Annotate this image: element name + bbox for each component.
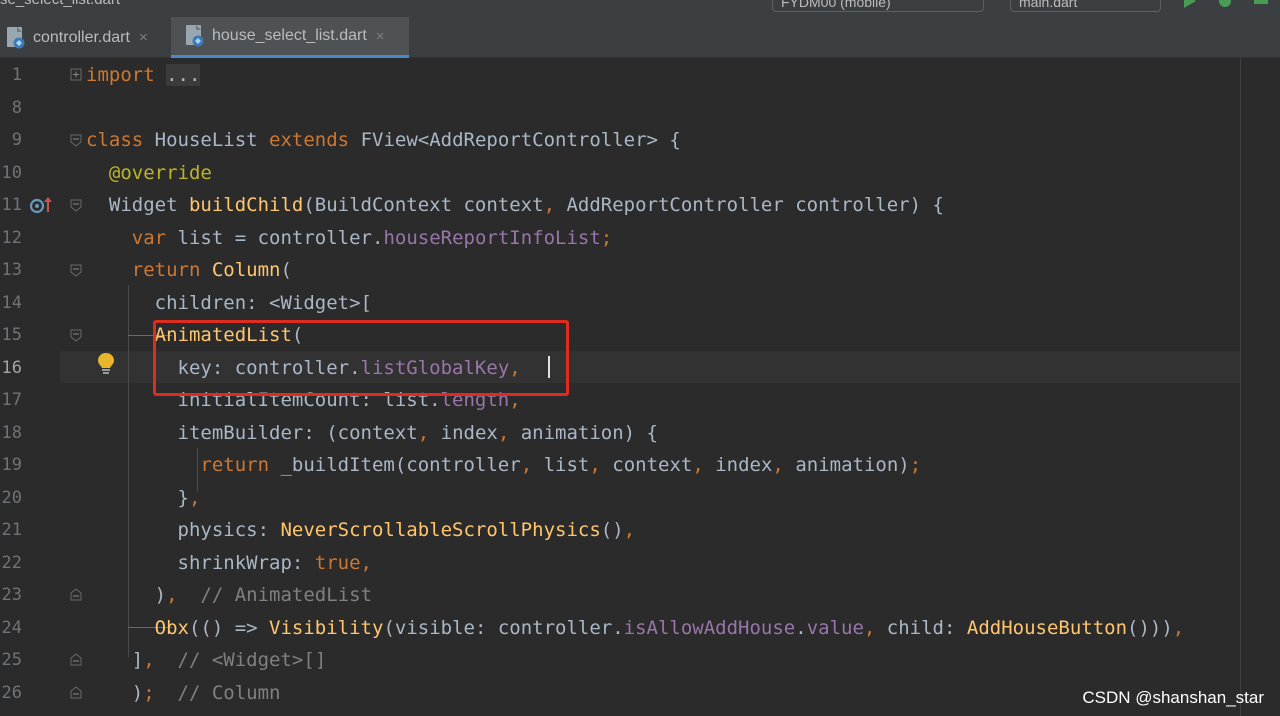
line-number-gutter[interactable]: 1 8 9 10 11 12 13 14 15 16 17 18 19 20 2…	[0, 58, 24, 716]
line-number: 10	[1, 163, 22, 183]
fold-marker-icon[interactable]	[70, 134, 82, 147]
tab-label: controller.dart	[33, 28, 130, 46]
code-line: class HouseList extends FView<AddReportC…	[86, 129, 681, 151]
breadcrumb-file[interactable]: se_select_list.dart	[0, 0, 120, 8]
code-line: import ...	[86, 64, 201, 86]
line-number: 26	[1, 683, 22, 703]
line-number: 21	[1, 520, 22, 540]
line-number: 17	[1, 390, 22, 410]
line-number: 8	[11, 98, 22, 118]
annotation-highlight-box	[153, 320, 569, 396]
dart-file-icon	[186, 25, 204, 47]
debug-icon[interactable]	[1216, 0, 1234, 8]
override-marker-icon[interactable]	[29, 196, 53, 214]
watermark: CSDN @shanshan_star	[1082, 688, 1264, 707]
code-line: @override	[108, 162, 212, 184]
line-number: 12	[1, 228, 22, 248]
code-line: return _buildItem(controller, list, cont…	[200, 454, 922, 476]
fold-marker-icon[interactable]	[70, 329, 82, 342]
code-line: physics: NeverScrollableScrollPhysics(),	[86, 519, 636, 541]
line-number: 9	[11, 130, 22, 150]
right-margin-guide	[1240, 58, 1241, 716]
code-line: },	[86, 487, 201, 509]
code-editor[interactable]: 1 8 9 10 11 12 13 14 15 16 17 18 19 20 2…	[0, 58, 1280, 716]
fold-marker-icon[interactable]	[70, 199, 82, 212]
line-number: 22	[1, 553, 22, 573]
code-line: var list = controller.houseReportInfoLis…	[131, 227, 613, 249]
code-line: itemBuilder: (context, index, animation)…	[86, 422, 659, 444]
line-number: 19	[1, 455, 22, 475]
line-number: 13	[1, 260, 22, 280]
fold-marker-icon[interactable]	[70, 686, 82, 699]
line-number: 23	[1, 585, 22, 605]
code-line: Widget buildChild(BuildContext context, …	[86, 194, 944, 216]
dart-file-icon	[7, 26, 25, 48]
editor-tab-bar: controller.dart × house_select_list.dart…	[0, 17, 1280, 58]
code-line: Obx(() => Visibility(visible: controller…	[154, 617, 1185, 639]
line-number-current: 16	[1, 358, 22, 378]
line-number: 15	[1, 325, 22, 345]
top-toolbar: se_select_list.dart FYDM00 (mobile) main…	[0, 0, 1280, 17]
close-icon[interactable]: ×	[376, 28, 385, 45]
code-line: return Column(	[131, 259, 292, 281]
line-number: 14	[1, 293, 22, 313]
line-number: 18	[1, 423, 22, 443]
tab-house-select-list-dart[interactable]: house_select_list.dart ×	[171, 17, 409, 58]
fold-marker-icon[interactable]	[70, 68, 82, 81]
folded-imports[interactable]: ...	[166, 64, 201, 86]
line-number: 1	[11, 65, 22, 85]
device-selector-label: FYDM00 (mobile)	[781, 0, 891, 10]
tab-controller-dart[interactable]: controller.dart ×	[0, 17, 170, 58]
fold-marker-icon[interactable]	[70, 653, 82, 666]
code-line: children: <Widget>[	[86, 292, 372, 314]
device-selector[interactable]: FYDM00 (mobile)	[772, 0, 984, 12]
close-icon[interactable]: ×	[139, 29, 148, 46]
run-config-selector[interactable]: main.dart	[1010, 0, 1161, 12]
tab-label: house_select_list.dart	[212, 27, 367, 44]
fold-marker-icon[interactable]	[70, 588, 82, 601]
code-line: shrinkWrap: true,	[86, 552, 373, 574]
run-config-label: main.dart	[1019, 0, 1078, 10]
code-line: ), // AnimatedList	[86, 584, 373, 606]
line-number: 11	[1, 195, 22, 215]
more-actions-icon[interactable]	[1252, 0, 1270, 8]
line-number: 24	[1, 618, 22, 638]
code-line: ); // Column	[86, 682, 281, 704]
line-number: 20	[1, 488, 22, 508]
fold-marker-icon[interactable]	[70, 264, 82, 277]
line-number: 25	[1, 650, 22, 670]
run-icon[interactable]	[1180, 0, 1198, 8]
code-line: ], // <Widget>[]	[86, 649, 327, 671]
